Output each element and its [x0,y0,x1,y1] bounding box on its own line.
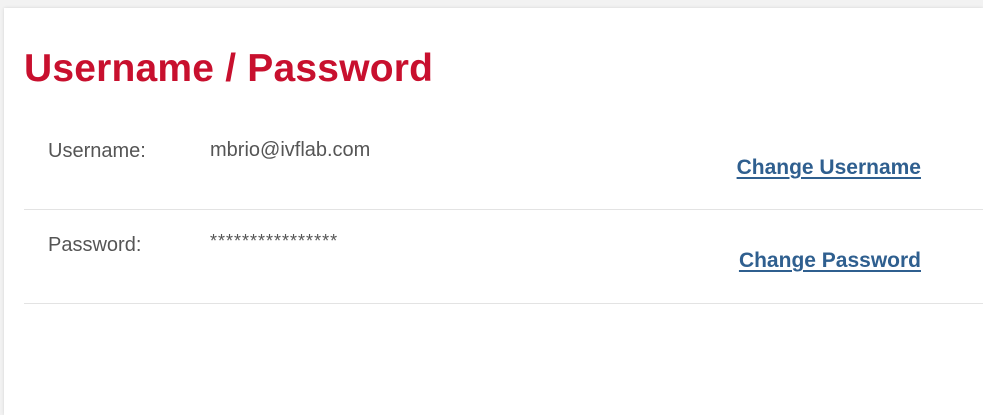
credentials-panel: Username / Password Username: mbrio@ivfl… [4,8,983,415]
username-label: Username: [48,140,146,162]
password-label: Password: [48,234,142,256]
change-username-link[interactable]: Change Username [737,156,921,180]
username-row: Username: mbrio@ivflab.com Change Userna… [24,120,983,210]
password-row: Password: **************** Change Passwo… [24,210,983,304]
section-title: Username / Password [24,47,434,90]
username-value: mbrio@ivflab.com [210,139,371,161]
change-password-link[interactable]: Change Password [739,249,921,273]
password-value: **************** [210,231,339,251]
